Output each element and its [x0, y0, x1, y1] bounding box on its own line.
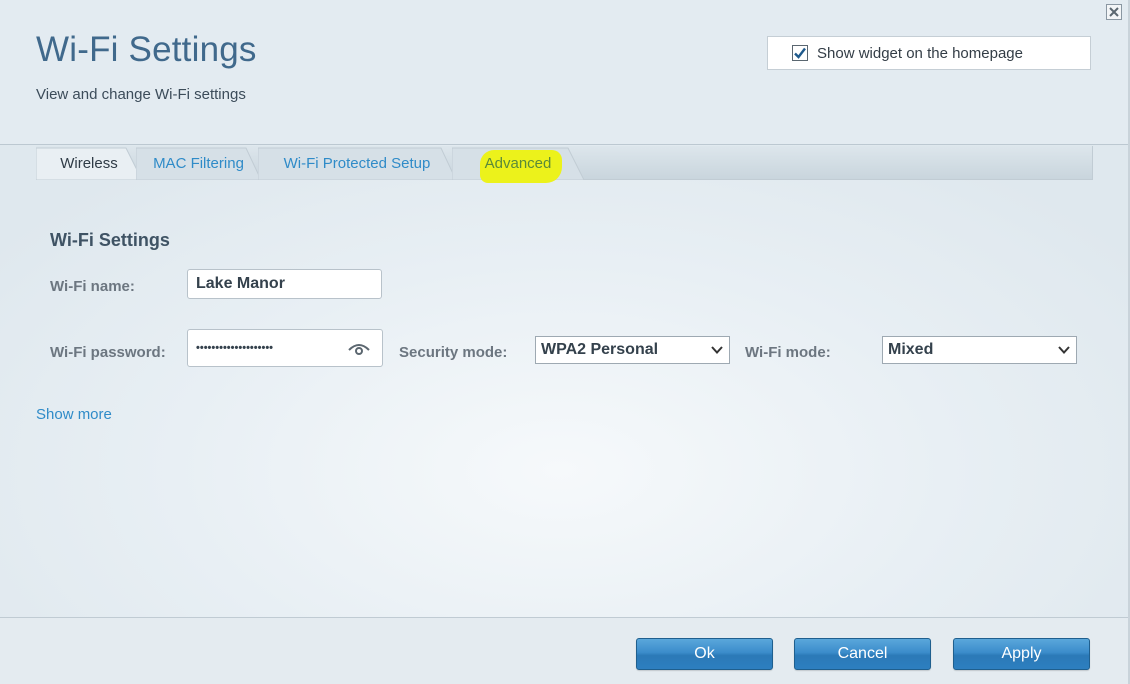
- show-widget-checkbox[interactable]: [792, 45, 808, 61]
- show-widget-label: Show widget on the homepage: [817, 44, 1023, 62]
- dialog-header: Wi-Fi Settings View and change Wi-Fi set…: [0, 0, 1128, 145]
- wifi-settings-dialog: Wi-Fi Settings View and change Wi-Fi set…: [0, 0, 1130, 684]
- tab-wireless[interactable]: Wireless: [36, 146, 142, 180]
- close-button[interactable]: [1106, 4, 1122, 20]
- security-mode-label: Security mode:: [399, 344, 508, 361]
- wifi-settings-section-title: Wi-Fi Settings: [50, 230, 170, 250]
- tab-label: Wireless: [60, 154, 118, 172]
- page-title: Wi-Fi Settings: [36, 30, 257, 69]
- show-widget-option[interactable]: Show widget on the homepage: [767, 36, 1091, 70]
- security-mode-value: WPA2 Personal: [541, 341, 659, 358]
- tab-mac-filtering[interactable]: MAC Filtering: [136, 146, 261, 180]
- wifi-mode-value: Mixed: [888, 341, 934, 358]
- tab-wifi-protected-setup[interactable]: Wi-Fi Protected Setup: [258, 146, 456, 180]
- tab-advanced[interactable]: Advanced: [452, 146, 584, 183]
- tab-label: Wi-Fi Protected Setup: [283, 154, 431, 172]
- checkmark-icon: [794, 47, 806, 59]
- wifi-password-value: ••••••••••••••••••••: [196, 342, 274, 354]
- close-icon: [1109, 7, 1119, 17]
- wifi-password-label: Wi-Fi password:: [50, 344, 166, 361]
- cancel-button[interactable]: Cancel: [794, 638, 931, 670]
- chevron-down-icon: [1058, 346, 1070, 354]
- wifi-name-value: Lake Manor: [196, 275, 285, 292]
- show-more-link[interactable]: Show more: [36, 406, 112, 423]
- tab-label: MAC Filtering: [153, 154, 244, 172]
- ok-button[interactable]: Ok: [636, 638, 773, 670]
- tab-label: Advanced: [484, 154, 552, 172]
- apply-button[interactable]: Apply: [953, 638, 1090, 670]
- page-subtitle: View and change Wi-Fi settings: [36, 86, 246, 103]
- security-mode-select[interactable]: WPA2 Personal: [535, 336, 730, 364]
- chevron-down-icon: [711, 346, 723, 354]
- wifi-name-input[interactable]: Lake Manor: [187, 269, 382, 299]
- wifi-mode-label: Wi-Fi mode:: [745, 344, 831, 361]
- wifi-mode-select[interactable]: Mixed: [882, 336, 1077, 364]
- wifi-name-label: Wi-Fi name:: [50, 278, 135, 295]
- eye-icon[interactable]: [348, 342, 370, 356]
- wifi-password-input[interactable]: ••••••••••••••••••••: [187, 329, 383, 367]
- tab-bar: Wireless MAC Filtering Wi-Fi Protected S…: [36, 146, 1093, 183]
